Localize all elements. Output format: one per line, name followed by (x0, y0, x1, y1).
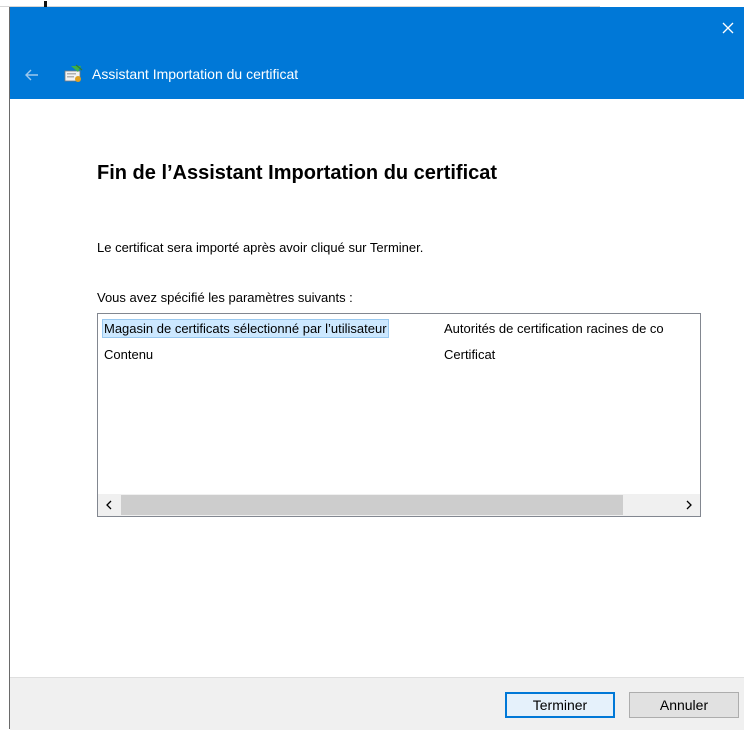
settings-list[interactable]: Magasin de certificats sélectionné par l… (97, 313, 701, 517)
scrollbar-thumb[interactable] (121, 495, 623, 515)
setting-value: Certificat (444, 347, 496, 362)
settings-row-store[interactable]: Magasin de certificats sélectionné par l… (98, 318, 700, 340)
back-arrow-icon[interactable] (24, 67, 40, 83)
settings-label: Vous avez spécifié les paramètres suivan… (97, 290, 353, 305)
button-bar: Terminer Annuler (10, 677, 744, 730)
chevron-right-icon[interactable] (678, 494, 700, 516)
cancel-button[interactable]: Annuler (629, 692, 739, 718)
finish-button[interactable]: Terminer (505, 692, 615, 718)
setting-name: Magasin de certificats sélectionné par l… (102, 319, 389, 338)
setting-value: Autorités de certification racines de co (444, 321, 664, 336)
titlebar: Assistant Importation du certificat (10, 7, 744, 99)
chevron-left-icon[interactable] (98, 494, 120, 516)
certificate-wizard-icon (64, 64, 83, 82)
horizontal-scrollbar[interactable] (98, 494, 700, 516)
close-icon[interactable] (717, 17, 739, 39)
intro-text: Le certificat sera importé après avoir c… (97, 240, 424, 255)
wizard-title: Assistant Importation du certificat (92, 66, 299, 82)
settings-row-content[interactable]: Contenu Certificat (98, 344, 700, 366)
setting-name: Contenu (104, 347, 154, 362)
page-title: Fin de l’Assistant Importation du certif… (97, 162, 498, 184)
certificate-import-wizard-window: Assistant Importation du certificat Fin … (9, 7, 744, 730)
